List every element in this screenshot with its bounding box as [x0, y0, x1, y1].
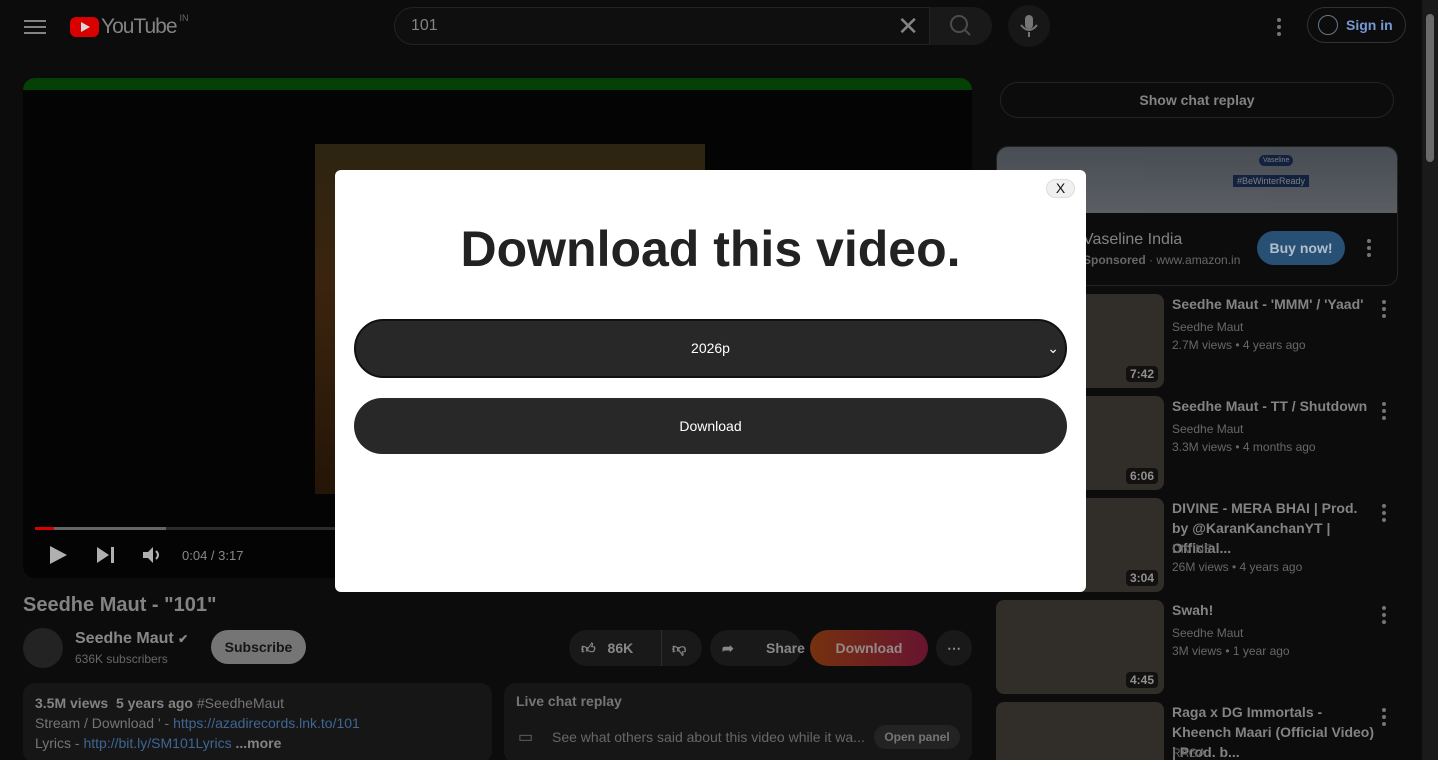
quality-value: 2026p [691, 340, 730, 356]
page-scrollbar[interactable] [1422, 0, 1438, 760]
download-submit-button[interactable]: Download [354, 398, 1067, 454]
scrollbar-thumb[interactable] [1426, 14, 1434, 162]
chevron-down-icon: ⌄ [1047, 340, 1059, 356]
download-dialog: X Download this video. 2026p ⌄ Download [335, 170, 1086, 592]
quality-select[interactable]: 2026p ⌄ [354, 319, 1067, 378]
dialog-title: Download this video. [460, 221, 961, 277]
close-button[interactable]: X [1046, 179, 1075, 198]
